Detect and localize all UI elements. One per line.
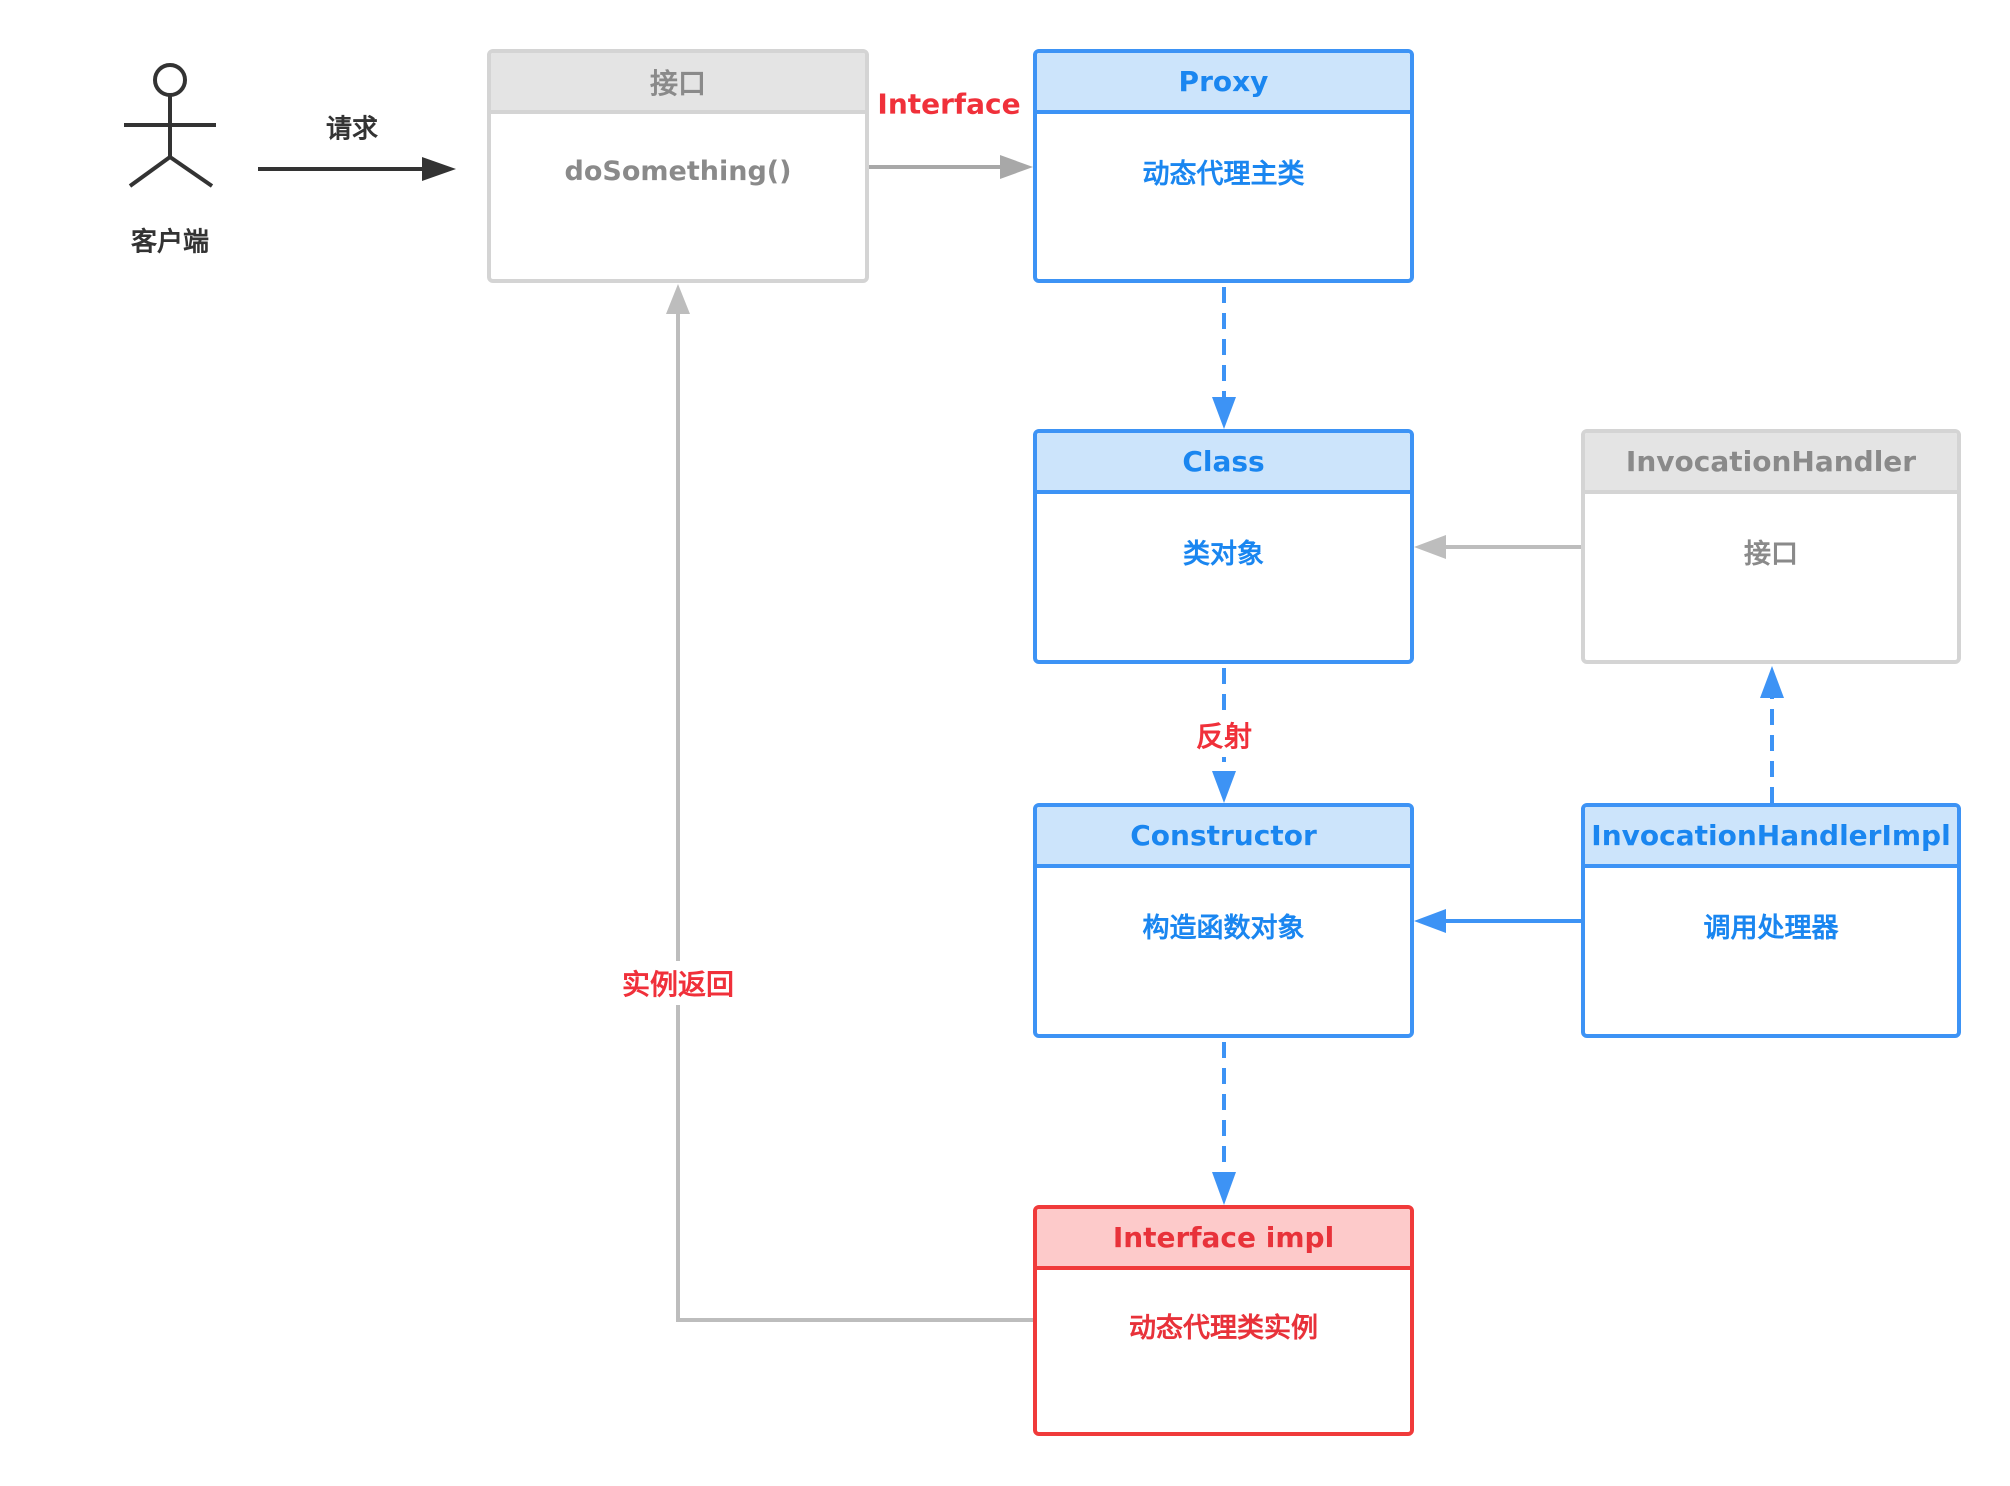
- interface-impl-node-title: Interface impl: [1037, 1209, 1410, 1270]
- interface-node-body: doSomething(): [564, 156, 792, 187]
- constructor-node[interactable]: Constructor 构造函数对象: [1033, 803, 1414, 1038]
- constructor-to-impl-arrow: [1212, 1042, 1236, 1205]
- interface-node[interactable]: 接口 doSomething(): [487, 49, 869, 283]
- invocation-handler-impl-node-title: InvocationHandlerImpl: [1585, 807, 1957, 868]
- request-arrow: [258, 157, 456, 181]
- constructor-node-body: 构造函数对象: [1142, 913, 1305, 944]
- class-node-title: Class: [1037, 433, 1410, 494]
- connectors-layer: [124, 63, 1784, 1322]
- class-node-body: 类对象: [1183, 539, 1264, 570]
- request-label: 请求: [325, 114, 379, 145]
- proxy-to-class-arrow: [1212, 287, 1236, 429]
- invocation-handler-impl-node[interactable]: InvocationHandlerImpl 调用处理器: [1581, 803, 1961, 1038]
- interface-impl-node-body: 动态代理类实例: [1129, 1312, 1318, 1344]
- instance-return-arrow: [666, 284, 1033, 1322]
- invocation-handler-node-title: InvocationHandler: [1585, 433, 1957, 494]
- interface-edge-label: Interface: [875, 85, 1023, 123]
- invocation-handler-node-body: 接口: [1744, 539, 1798, 570]
- class-node[interactable]: Class 类对象: [1033, 429, 1414, 664]
- proxy-node[interactable]: Proxy 动态代理主类: [1033, 49, 1414, 283]
- proxy-node-body: 动态代理主类: [1142, 159, 1305, 190]
- instance-return-label: 实例返回: [619, 961, 737, 1005]
- actor-icon: [124, 63, 216, 188]
- reflection-label: 反射: [1193, 713, 1255, 757]
- handler-to-class-arrow: [1414, 535, 1581, 559]
- invocation-handler-impl-node-body: 调用处理器: [1703, 913, 1839, 944]
- impl-to-constructor-arrow: [1414, 909, 1581, 933]
- proxy-node-title: Proxy: [1037, 53, 1410, 114]
- interface-node-title: 接口: [491, 53, 865, 114]
- invocation-handler-node[interactable]: InvocationHandler 接口: [1581, 429, 1961, 664]
- impl-to-handler-arrow: [1760, 666, 1784, 803]
- actor-label: 客户端: [130, 227, 210, 258]
- interface-to-proxy-arrow: [869, 155, 1033, 179]
- constructor-node-title: Constructor: [1037, 807, 1410, 868]
- interface-impl-node[interactable]: Interface impl 动态代理类实例: [1033, 1205, 1414, 1436]
